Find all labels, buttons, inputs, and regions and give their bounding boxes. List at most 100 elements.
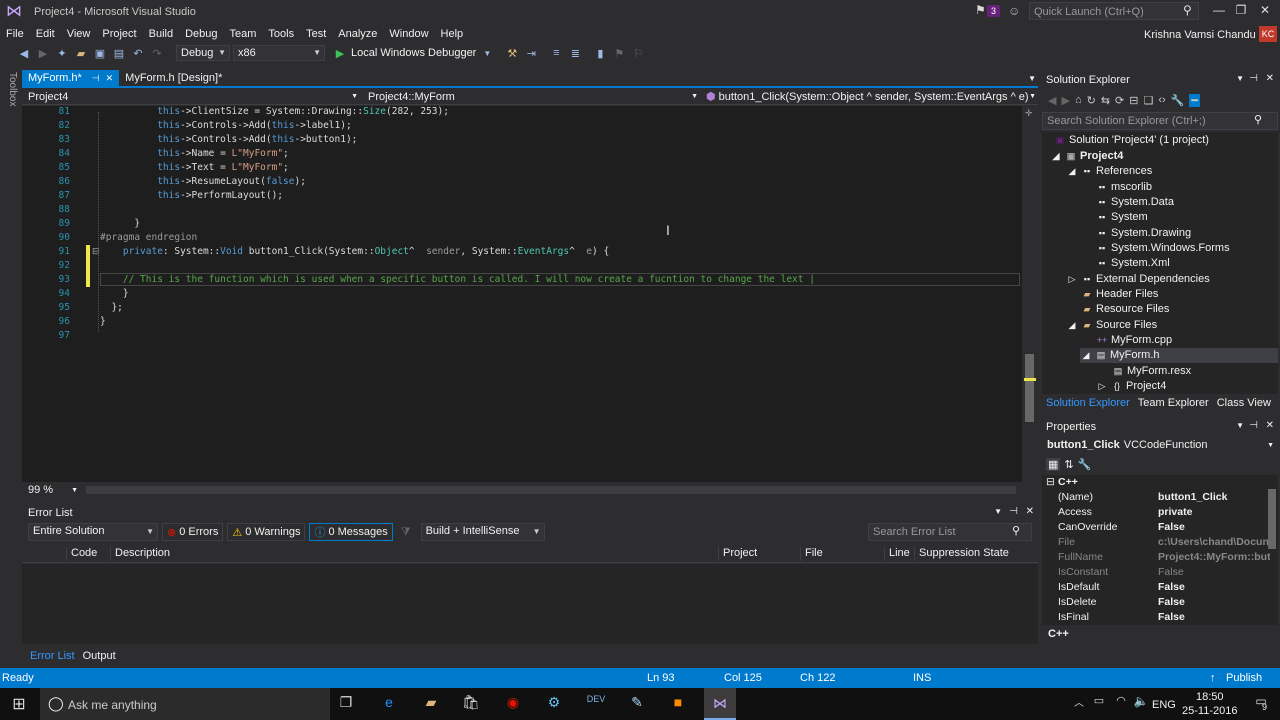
menu-edit[interactable]: Edit — [30, 26, 61, 42]
close-icon[interactable]: ✕ — [1266, 73, 1274, 84]
show-all-files-icon[interactable]: ❏ — [1143, 94, 1153, 107]
errors-filter-button[interactable]: ⊗ 0 Errors — [162, 523, 224, 541]
refresh-icon[interactable]: ⟳ — [1115, 94, 1124, 107]
property-row[interactable]: Access private — [1042, 505, 1278, 520]
back-icon[interactable]: ◀ — [1048, 94, 1056, 107]
scrollbar-thumb[interactable] — [1025, 354, 1034, 422]
menu-debug[interactable]: Debug — [179, 26, 223, 42]
store-icon[interactable]: 🛍 — [460, 694, 482, 714]
tree-item[interactable]: ◢ ▰ Source Files — [1066, 318, 1158, 333]
collapsed-icon[interactable]: ▷ — [1066, 272, 1078, 287]
start-debugging-icon[interactable]: ▶ — [332, 47, 348, 60]
toolbox-tab[interactable]: Toolbox — [0, 70, 20, 160]
save-icon[interactable]: ▣ — [92, 47, 108, 60]
code-line[interactable]: this->ResumeLayout(false); — [100, 176, 306, 187]
code-line[interactable]: this->ClientSize = System::Drawing::Size… — [100, 106, 449, 117]
build-source-select[interactable]: Build + IntelliSense ▼ — [420, 523, 545, 541]
notepad-icon[interactable]: ✎ — [626, 694, 648, 714]
code-line[interactable]: this->Text = L"MyForm"; — [100, 162, 289, 173]
notification-flag-icon[interactable]: ⚑ — [975, 3, 986, 17]
maximize-button[interactable]: ❐ — [1230, 3, 1252, 17]
column-project[interactable]: Project — [718, 547, 757, 561]
undo-icon[interactable]: ↶ — [130, 47, 146, 60]
tree-item[interactable]: ◢ ▪▪ References — [1066, 164, 1153, 179]
column-description[interactable]: Description — [110, 547, 170, 561]
cortana-search-box[interactable]: ◯ Ask me anything — [40, 688, 330, 720]
messages-filter-button[interactable]: ⓘ 0 Messages — [309, 523, 393, 541]
menu-help[interactable]: Help — [435, 26, 470, 42]
column-code[interactable]: Code — [66, 547, 97, 561]
menu-window[interactable]: Window — [383, 26, 434, 42]
notification-count-badge[interactable]: 3 — [987, 5, 1001, 17]
next-bookmark-icon[interactable]: ⚐ — [630, 47, 646, 60]
collapse-all-icon[interactable]: ⊟ — [1129, 94, 1138, 107]
code-line[interactable]: }; — [100, 302, 122, 313]
new-project-icon[interactable]: ✦ — [54, 47, 70, 60]
close-button[interactable]: ✕ — [1254, 3, 1276, 17]
code-line[interactable]: this->Controls->Add(this->button1); — [100, 134, 357, 145]
clock-date[interactable]: 25-11-2016 — [1182, 705, 1237, 717]
menu-test[interactable]: Test — [300, 26, 332, 42]
save-all-icon[interactable]: ▤ — [111, 47, 127, 60]
column-line[interactable]: Line — [884, 547, 910, 561]
expand-icon[interactable]: ◢ — [1050, 149, 1062, 164]
code-line[interactable]: } — [100, 288, 129, 299]
categorized-icon[interactable]: ▦ — [1046, 457, 1061, 471]
chevron-down-icon[interactable]: ▼ — [1028, 74, 1036, 83]
volume-icon[interactable]: 🔈 — [1130, 694, 1152, 714]
scope-select[interactable]: Entire Solution ▼ — [28, 523, 158, 541]
uncomment-icon[interactable]: ≣ — [567, 47, 583, 60]
pin-icon[interactable]: ⊣ — [92, 73, 100, 84]
properties-icon[interactable]: 🔧 — [1171, 94, 1185, 107]
tree-item[interactable]: ▪▪ System.Drawing — [1096, 226, 1191, 241]
edge-browser-icon[interactable]: e — [378, 694, 400, 714]
redo-icon[interactable]: ↷ — [149, 47, 165, 60]
property-row[interactable]: File c:\Users\chand\Docun — [1042, 535, 1278, 550]
pin-icon[interactable]: ⊣ — [1249, 420, 1258, 431]
code-line[interactable]: this->Controls->Add(this->label1); — [100, 120, 352, 131]
zoom-level[interactable]: 99 % — [28, 484, 53, 496]
alphabetical-icon[interactable]: ⇅ — [1064, 458, 1073, 471]
view-code-icon[interactable]: ‹› — [1158, 94, 1165, 106]
menu-file[interactable]: File — [0, 26, 30, 42]
language-indicator[interactable]: ENG — [1152, 699, 1176, 711]
tab-error-list[interactable]: Error List — [28, 650, 77, 662]
start-debugger-button[interactable]: Local Windows Debugger — [351, 47, 476, 59]
tree-item[interactable]: ++ MyForm.cpp — [1096, 333, 1172, 348]
menu-analyze[interactable]: Analyze — [332, 26, 383, 42]
asus-app-icon[interactable]: ◉ — [502, 694, 524, 714]
open-file-icon[interactable]: ▰ — [73, 47, 89, 60]
menu-tools[interactable]: Tools — [262, 26, 300, 42]
collapse-icon[interactable]: ⊟ — [1046, 476, 1055, 488]
tree-item[interactable]: ▷ {} Project4 — [1096, 379, 1167, 394]
forward-icon[interactable]: ▶ — [35, 47, 51, 60]
solution-platform-select[interactable]: x86 ▼ — [233, 45, 325, 61]
chevron-down-icon[interactable]: ▼ — [479, 49, 495, 58]
code-line[interactable]: #pragma endregion — [100, 232, 197, 243]
avatar[interactable]: KC — [1259, 26, 1277, 42]
pin-icon[interactable]: ⊣ — [1249, 73, 1258, 84]
close-icon[interactable]: ✕ — [106, 73, 114, 84]
menu-view[interactable]: View — [61, 26, 97, 42]
project-dropdown[interactable]: Project4 ▼ — [28, 89, 358, 105]
vertical-scrollbar[interactable]: ✛ — [1022, 106, 1038, 482]
property-row[interactable]: (Name) button1_Click — [1042, 490, 1278, 505]
code-line[interactable]: } — [100, 316, 106, 327]
show-hidden-icons-icon[interactable]: ︿ — [1068, 694, 1090, 714]
tree-item[interactable]: ▷ ▪▪ External Dependencies — [1066, 272, 1210, 287]
tree-item[interactable]: ▤ MyForm.resx — [1112, 364, 1191, 379]
user-name[interactable]: Krishna Vamsi Chandu — [1144, 29, 1256, 41]
property-row[interactable]: CanOverride False — [1042, 520, 1278, 535]
forward-icon[interactable]: ▶ — [1061, 94, 1069, 107]
property-row[interactable]: IsDelete False — [1042, 595, 1278, 610]
menu-team[interactable]: Team — [224, 26, 263, 42]
property-row[interactable]: IsFinal False — [1042, 610, 1278, 625]
tree-item[interactable]: ▰ Resource Files — [1081, 302, 1170, 317]
code-line[interactable]: private: System::Void button1_Click(Syst… — [100, 246, 609, 257]
menu-build[interactable]: Build — [143, 26, 179, 42]
pin-icon[interactable]: ⊣ — [1009, 506, 1018, 517]
tab-solution-explorer[interactable]: Solution Explorer — [1046, 397, 1130, 409]
chevron-down-icon[interactable]: ▼ — [1236, 421, 1244, 430]
minimize-button[interactable]: — — [1208, 3, 1230, 17]
windows-start-icon[interactable]: ⊞ — [8, 694, 30, 714]
